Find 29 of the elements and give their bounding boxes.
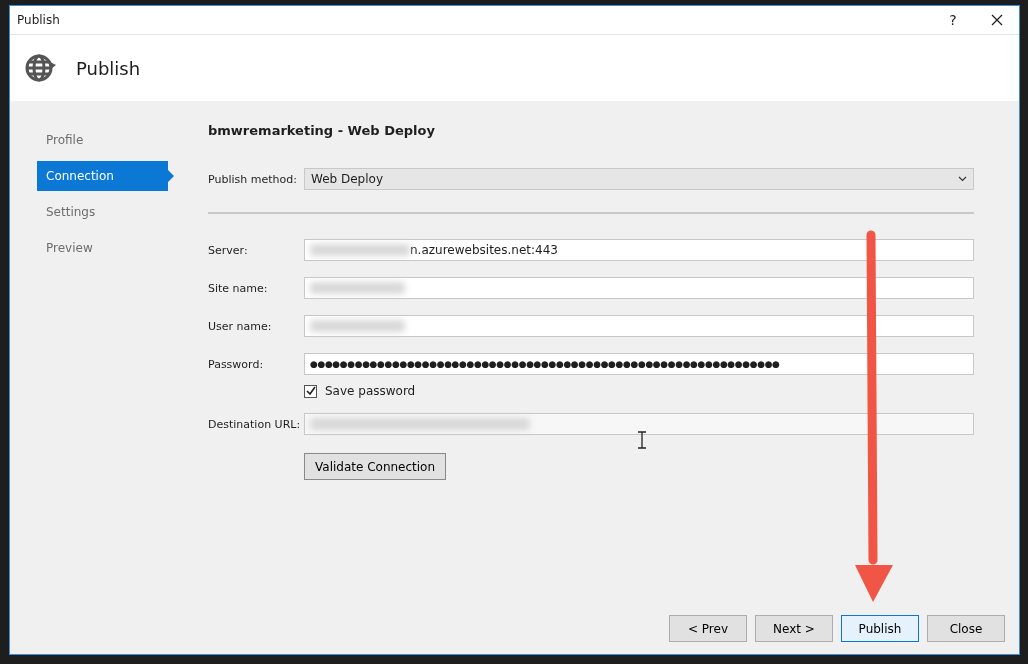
wizard-button[interactable]: Close [927,615,1005,642]
checkbox[interactable] [304,384,317,398]
sidebar-item[interactable]: Profile [37,125,174,155]
publish-method-dropdown[interactable]: Web Deploy [304,168,974,190]
field-label: User name: [208,319,273,333]
section-title: bmwremarketing - Web Deploy [208,123,436,138]
input-field[interactable]: n.azurewebsites.net:443 [304,239,974,261]
help-button[interactable]: ? [931,6,975,34]
wizard-button[interactable]: < Prev [669,615,747,642]
sidebar-item[interactable]: Connection [37,161,174,191]
sidebar-item[interactable]: Preview [37,233,174,263]
header-title: Publish [76,57,141,79]
input-field[interactable] [304,413,974,435]
sidebar-item[interactable]: Settings [37,197,174,227]
validate-connection-button[interactable]: Validate Connection [304,453,447,480]
input-field[interactable] [304,315,974,337]
checkbox-label: Save password [325,384,416,398]
caret-icon [958,176,967,182]
input-field[interactable] [304,277,974,299]
field-label: Server: [208,243,249,257]
field-label: Password: [208,357,265,371]
wizard-button[interactable]: Next > [755,615,833,642]
password-field[interactable]: ●●●●●●●●●●●●●●●●●●●●●●●●●●●●●●●●●●●●●●●●●●●●●●●●●●●●●●●●●●●●●●● [304,353,974,375]
wizard-button[interactable]: Publish [841,615,919,642]
text-cursor-icon [636,431,648,449]
field-label: Site name: [208,281,269,295]
window-title: Publish [17,13,61,27]
field-label: Destination URL: [208,417,302,431]
field-label: Publish method: [208,172,298,186]
